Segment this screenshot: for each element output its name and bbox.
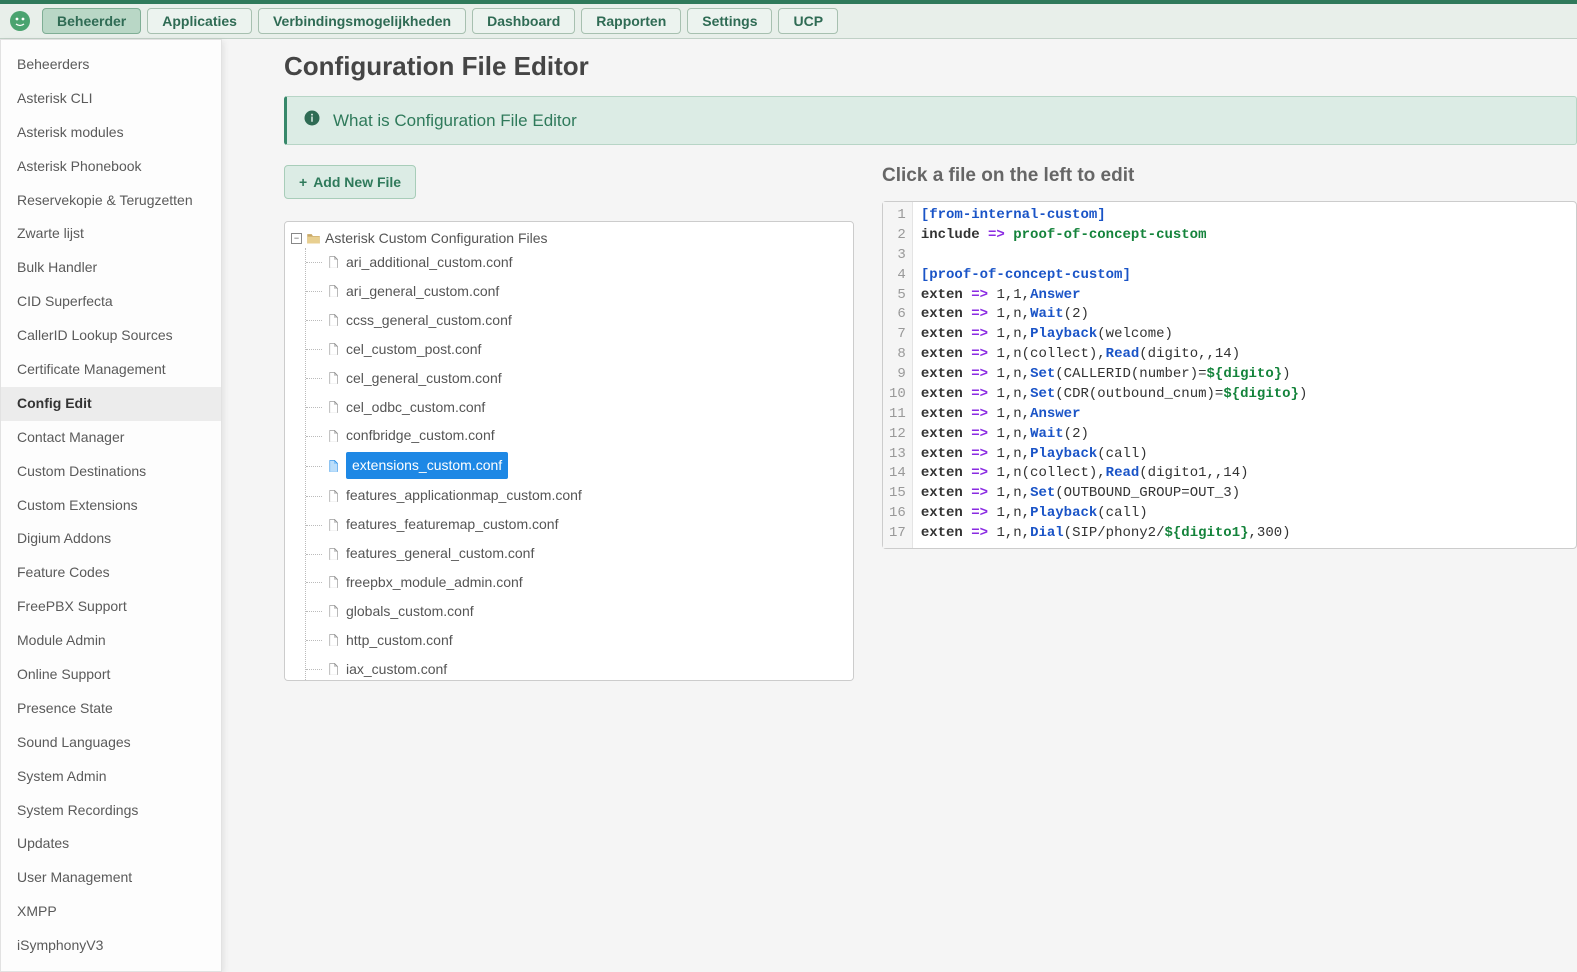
menu-item-digium-addons[interactable]: Digium Addons — [1, 522, 221, 556]
file-label: http_custom.conf — [346, 628, 453, 653]
menu-item-system-admin[interactable]: System Admin — [1, 760, 221, 794]
file-cel-odbc-custom-conf[interactable]: cel_odbc_custom.conf — [306, 393, 847, 422]
tree-root-label: Asterisk Custom Configuration Files — [325, 230, 548, 246]
file-ccss-general-custom-conf[interactable]: ccss_general_custom.conf — [306, 306, 847, 335]
menu-item-reservekopie-terugzetten[interactable]: Reservekopie & Terugzetten — [1, 184, 221, 218]
nav-applicaties[interactable]: Applicaties — [147, 8, 252, 34]
file-cel-general-custom-conf[interactable]: cel_general_custom.conf — [306, 364, 847, 393]
file-label: cel_general_custom.conf — [346, 366, 502, 391]
file-globals-custom-conf[interactable]: globals_custom.conf — [306, 597, 847, 626]
menu-item-bulk-handler[interactable]: Bulk Handler — [1, 251, 221, 285]
file-icon — [326, 429, 340, 443]
menu-item-zwarte-lijst[interactable]: Zwarte lijst — [1, 217, 221, 251]
file-icon — [326, 604, 340, 618]
menu-item-sound-languages[interactable]: Sound Languages — [1, 726, 221, 760]
file-label: features_general_custom.conf — [346, 541, 534, 566]
file-label: features_featuremap_custom.conf — [346, 512, 558, 537]
file-extensions-custom-conf[interactable]: extensions_custom.conf — [306, 450, 847, 481]
file-icon — [326, 342, 340, 356]
code-editor[interactable]: 1234567891011121314151617 [from-internal… — [882, 201, 1577, 549]
file-icon — [326, 371, 340, 385]
file-label: cel_custom_post.conf — [346, 337, 481, 362]
file-icon — [326, 459, 340, 473]
menu-item-user-management[interactable]: User Management — [1, 861, 221, 895]
file-label: iax_custom.conf — [346, 657, 447, 681]
file-label: ccss_general_custom.conf — [346, 308, 512, 333]
editor-gutter: 1234567891011121314151617 — [883, 202, 913, 548]
menu-item-isymphonyv3[interactable]: iSymphonyV3 — [1, 929, 221, 963]
menu-item-config-edit[interactable]: Config Edit — [1, 387, 221, 421]
menu-item-asterisk-modules[interactable]: Asterisk modules — [1, 116, 221, 150]
file-features-general-custom-conf[interactable]: features_general_custom.conf — [306, 539, 847, 568]
menu-item-beheerders[interactable]: Beheerders — [1, 48, 221, 82]
app-logo-icon — [8, 9, 32, 33]
file-features-featuremap-custom-conf[interactable]: features_featuremap_custom.conf — [306, 510, 847, 539]
page-title: Configuration File Editor — [284, 51, 1577, 82]
menu-item-custom-extensions[interactable]: Custom Extensions — [1, 489, 221, 523]
file-icon — [326, 255, 340, 269]
nav-dashboard[interactable]: Dashboard — [472, 8, 575, 34]
menu-item-callerid-lookup-sources[interactable]: CallerID Lookup Sources — [1, 319, 221, 353]
menu-item-cid-superfecta[interactable]: CID Superfecta — [1, 285, 221, 319]
file-freepbx-module-admin-conf[interactable]: freepbx_module_admin.conf — [306, 568, 847, 597]
info-icon — [303, 109, 321, 132]
file-icon — [326, 547, 340, 561]
info-banner-text: What is Configuration File Editor — [333, 111, 577, 131]
info-banner[interactable]: What is Configuration File Editor — [284, 96, 1577, 145]
plus-icon: + — [299, 174, 307, 190]
menu-item-freepbx-support[interactable]: FreePBX Support — [1, 590, 221, 624]
folder-icon — [306, 232, 321, 245]
file-icon — [326, 284, 340, 298]
file-cel-custom-post-conf[interactable]: cel_custom_post.conf — [306, 335, 847, 364]
file-label: extensions_custom.conf — [346, 452, 508, 479]
editor-code[interactable]: [from-internal-custom]include => proof-o… — [913, 202, 1316, 548]
file-iax-custom-conf[interactable]: iax_custom.conf — [306, 655, 847, 681]
nav-ucp[interactable]: UCP — [778, 8, 838, 34]
menu-item-updates[interactable]: Updates — [1, 827, 221, 861]
file-label: cel_odbc_custom.conf — [346, 395, 485, 420]
menu-item-xmpp[interactable]: XMPP — [1, 895, 221, 929]
menu-item-asterisk-cli[interactable]: Asterisk CLI — [1, 82, 221, 116]
top-navbar: BeheerderApplicatiesVerbindingsmogelijkh… — [0, 0, 1577, 39]
file-icon — [326, 633, 340, 647]
file-icon — [326, 313, 340, 327]
nav-beheerder[interactable]: Beheerder — [42, 8, 141, 34]
file-ari-additional-custom-conf[interactable]: ari_additional_custom.conf — [306, 248, 847, 277]
collapse-icon[interactable]: − — [291, 233, 302, 244]
add-new-file-button[interactable]: + Add New File — [284, 165, 416, 199]
file-label: confbridge_custom.conf — [346, 423, 495, 448]
menu-item-contact-manager[interactable]: Contact Manager — [1, 421, 221, 455]
file-icon — [326, 662, 340, 676]
menu-item-certificate-management[interactable]: Certificate Management — [1, 353, 221, 387]
menu-item-system-recordings[interactable]: System Recordings — [1, 794, 221, 828]
file-label: ari_general_custom.conf — [346, 279, 499, 304]
file-label: ari_additional_custom.conf — [346, 250, 513, 275]
tree-root[interactable]: − Asterisk Custom Configuration Files — [291, 228, 847, 248]
file-ari-general-custom-conf[interactable]: ari_general_custom.conf — [306, 277, 847, 306]
file-icon — [326, 489, 340, 503]
main-content: Configuration File Editor What is Config… — [222, 39, 1577, 972]
file-tree-panel[interactable]: − Asterisk Custom Configuration Files ar… — [284, 221, 854, 681]
menu-item-asterisk-phonebook[interactable]: Asterisk Phonebook — [1, 150, 221, 184]
file-http-custom-conf[interactable]: http_custom.conf — [306, 626, 847, 655]
file-icon — [326, 575, 340, 589]
file-label: globals_custom.conf — [346, 599, 474, 624]
admin-side-menu: BeheerdersAsterisk CLIAsterisk modulesAs… — [0, 39, 222, 972]
file-confbridge-custom-conf[interactable]: confbridge_custom.conf — [306, 421, 847, 450]
nav-settings[interactable]: Settings — [687, 8, 772, 34]
file-label: features_applicationmap_custom.conf — [346, 483, 582, 508]
menu-item-feature-codes[interactable]: Feature Codes — [1, 556, 221, 590]
menu-item-custom-destinations[interactable]: Custom Destinations — [1, 455, 221, 489]
file-icon — [326, 518, 340, 532]
nav-rapporten[interactable]: Rapporten — [581, 8, 681, 34]
file-icon — [326, 400, 340, 414]
file-features-applicationmap-custom-conf[interactable]: features_applicationmap_custom.conf — [306, 481, 847, 510]
editor-title: Click a file on the left to edit — [882, 165, 1577, 187]
nav-verbindingsmogelijkheden[interactable]: Verbindingsmogelijkheden — [258, 8, 466, 34]
add-new-file-label: Add New File — [313, 174, 401, 190]
menu-item-online-support[interactable]: Online Support — [1, 658, 221, 692]
menu-item-presence-state[interactable]: Presence State — [1, 692, 221, 726]
menu-item-module-admin[interactable]: Module Admin — [1, 624, 221, 658]
file-label: freepbx_module_admin.conf — [346, 570, 523, 595]
